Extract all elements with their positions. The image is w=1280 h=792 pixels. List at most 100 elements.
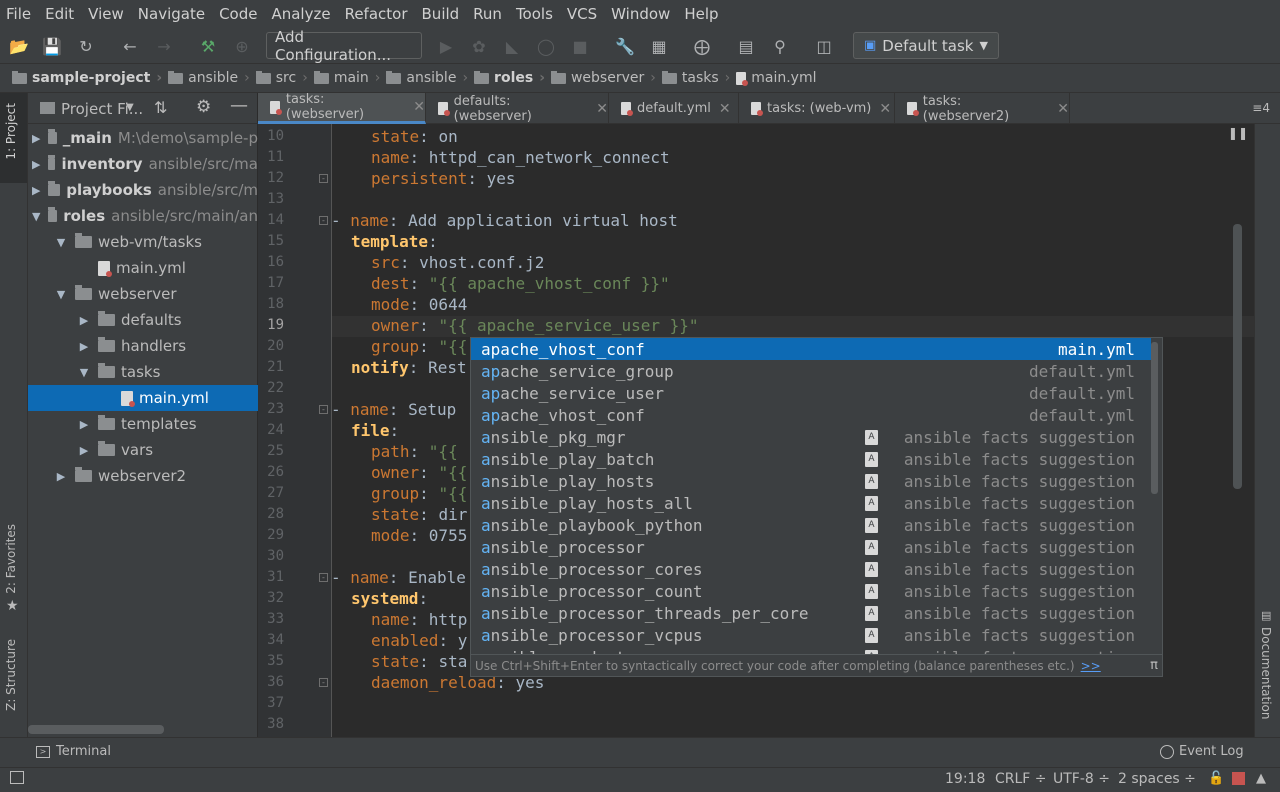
tree-item-main[interactable]: ▶ _main M:\demo\sample-p: [28, 125, 258, 151]
breadcrumb-item[interactable]: roles ›: [474, 70, 545, 86]
breadcrumb-item[interactable]: tasks ›: [661, 70, 730, 86]
completion-item[interactable]: apache_service_user default.yml: [471, 382, 1151, 404]
breadcrumb-item[interactable]: main.yml: [736, 70, 817, 86]
tree-item-handlers[interactable]: ▶ handlers: [28, 333, 258, 359]
open-folder-icon[interactable]: 📂: [7, 34, 31, 58]
menu-window[interactable]: Window: [611, 5, 670, 23]
tree-item-defaults[interactable]: ▶ defaults: [28, 307, 258, 333]
target-icon[interactable]: ⊕: [230, 34, 254, 58]
close-icon[interactable]: ✕: [719, 101, 731, 117]
tree-item-main-yml[interactable]: main.yml: [28, 255, 258, 281]
event-log-tool-tab[interactable]: Event Log: [1160, 744, 1244, 759]
menu-code[interactable]: Code: [219, 5, 257, 23]
breadcrumb-item[interactable]: sample-project ›: [12, 70, 162, 86]
completion-item[interactable]: ansible_play_hosts_all Aansible facts sug…: [471, 492, 1151, 514]
run-icon[interactable]: ▶: [434, 34, 458, 58]
fold-marker-icon[interactable]: -: [319, 405, 328, 414]
menu-refactor[interactable]: Refactor: [345, 5, 408, 23]
tab-tasks-web-vm[interactable]: tasks: (web-vm) ✕: [739, 93, 895, 124]
tree-item-main-yml-selected[interactable]: main.yml: [28, 385, 258, 411]
minimize-icon[interactable]: —: [230, 95, 248, 116]
documentation-tool-tab[interactable]: ▤ Documentation: [1255, 609, 1280, 720]
terminal-window-icon[interactable]: ▤: [734, 34, 758, 58]
completion-item[interactable]: ansible_play_batch Aansible facts suggest…: [471, 448, 1151, 470]
debug-icon[interactable]: ✿: [467, 34, 491, 58]
sync-icon[interactable]: ↻: [74, 34, 98, 58]
tree-item-inventory[interactable]: ▶ inventory ansible/src/ma: [28, 151, 258, 177]
completion-item[interactable]: ansible_playbook_python Aansible facts su…: [471, 514, 1151, 536]
breadcrumb-item[interactable]: ansible ›: [386, 70, 468, 86]
breadcrumb-item[interactable]: main ›: [313, 70, 380, 86]
fold-marker-icon[interactable]: -: [319, 573, 328, 582]
completion-item[interactable]: ansible_processor Aansible facts suggesti…: [471, 536, 1151, 558]
project-tool-tab[interactable]: 1: Project: [0, 93, 27, 183]
menu-run[interactable]: Run: [473, 5, 502, 23]
completion-item[interactable]: apache_service_group default.yml: [471, 360, 1151, 382]
tabs-overflow-button[interactable]: ≡4: [1252, 101, 1270, 115]
coverage-icon[interactable]: ◣: [500, 34, 524, 58]
gear-icon[interactable]: ⚙: [196, 97, 211, 117]
completion-hint-link[interactable]: >>: [1081, 659, 1101, 673]
menu-edit[interactable]: Edit: [45, 5, 74, 23]
breadcrumb-item[interactable]: webserver ›: [550, 70, 656, 86]
lock-icon[interactable]: 🔓: [1208, 771, 1224, 786]
indent-selector[interactable]: 2 spaces ÷: [1118, 771, 1196, 787]
tree-item-vars[interactable]: ▶ vars: [28, 437, 258, 463]
menu-build[interactable]: Build: [422, 5, 460, 23]
completion-item[interactable]: ansible_processor_count Aansible facts su…: [471, 580, 1151, 602]
menu-analyze[interactable]: Analyze: [271, 5, 330, 23]
tab-tasks-webserver2[interactable]: tasks: (webserver2) ✕: [895, 93, 1070, 124]
project-structure-icon[interactable]: ▦: [647, 34, 671, 58]
breadcrumb-item[interactable]: ansible ›: [168, 70, 250, 86]
tree-item-webserver[interactable]: ▼ webserver: [28, 281, 258, 307]
notifications-icon[interactable]: ▲: [1256, 771, 1266, 786]
tree-item-web-vm-tasks[interactable]: ▼ web-vm/tasks: [28, 229, 258, 255]
toggle-tool-windows-icon[interactable]: [10, 771, 24, 784]
completion-item[interactable]: ansible_play_hosts Aansible facts suggest…: [471, 470, 1151, 492]
completion-item[interactable]: ansible_processor_vcpus Aansible facts su…: [471, 624, 1151, 646]
tree-item-webserver2[interactable]: ▶ webserver2: [28, 463, 258, 489]
default-task-dropdown[interactable]: ▣ Default task ▼: [853, 32, 999, 59]
editor-vertical-scrollbar[interactable]: [1233, 224, 1242, 489]
completion-item[interactable]: ansible_pkg_mgr Aansible facts suggestion: [471, 426, 1151, 448]
search-icon[interactable]: ⚲: [768, 34, 792, 58]
completion-item[interactable]: ansible_processor_threads_per_core Aansib…: [471, 602, 1151, 624]
close-icon[interactable]: ✕: [596, 101, 608, 117]
breadcrumb-item[interactable]: src ›: [255, 70, 308, 86]
build-hammer-icon[interactable]: ⚒: [196, 34, 220, 58]
menu-navigate[interactable]: Navigate: [138, 5, 205, 23]
add-configuration-button[interactable]: Add Configuration...: [266, 28, 422, 64]
chevron-down-icon[interactable]: ▼: [126, 102, 134, 113]
wrench-settings-icon[interactable]: 🔧: [613, 34, 637, 58]
completion-item[interactable]: apache_vhost_conf default.yml: [471, 404, 1151, 426]
encoding-selector[interactable]: UTF-8 ÷: [1053, 771, 1110, 787]
task-manager-icon[interactable]: ◫: [812, 34, 836, 58]
close-icon[interactable]: ✕: [879, 101, 891, 117]
fold-marker-icon[interactable]: -: [319, 174, 328, 183]
stop-icon[interactable]: ■: [568, 34, 592, 58]
plugin-icon[interactable]: ⨁: [690, 34, 714, 58]
inspection-icon[interactable]: [1232, 772, 1245, 785]
menu-tools[interactable]: Tools: [516, 5, 553, 23]
tree-item-templates[interactable]: ▶ templates: [28, 411, 258, 437]
forward-icon[interactable]: →: [152, 34, 176, 58]
back-icon[interactable]: ←: [118, 34, 142, 58]
completion-scrollbar[interactable]: [1151, 342, 1158, 494]
close-icon[interactable]: ✕: [1057, 101, 1069, 117]
tab-tasks-webserver[interactable]: tasks: (webserver) ✕: [258, 92, 426, 124]
favorites-tool-tab[interactable]: 2: Favorites ★: [0, 518, 27, 618]
menu-file[interactable]: File: [6, 5, 31, 23]
terminal-tool-tab[interactable]: > Terminal: [36, 744, 111, 759]
tree-item-tasks[interactable]: ▼ tasks: [28, 359, 258, 385]
tree-item-playbooks[interactable]: ▶ playbooks ansible/src/m: [28, 177, 258, 203]
pi-icon[interactable]: π: [1150, 658, 1158, 673]
caret-position[interactable]: 19:18: [945, 771, 985, 787]
menu-view[interactable]: View: [88, 5, 124, 23]
completion-item[interactable]: apache_vhost_conf main.yml: [471, 338, 1151, 360]
tree-item-roles[interactable]: ▼ roles ansible/src/main/an: [28, 203, 258, 229]
completion-item[interactable]: ansible_processor_cores Aansible facts su…: [471, 558, 1151, 580]
structure-tool-tab[interactable]: Z: Structure: [0, 633, 27, 733]
tab-defaults-webserver[interactable]: defaults: (webserver) ✕: [426, 93, 609, 124]
horizontal-scrollbar[interactable]: [28, 725, 164, 734]
menu-help[interactable]: Help: [684, 5, 718, 23]
